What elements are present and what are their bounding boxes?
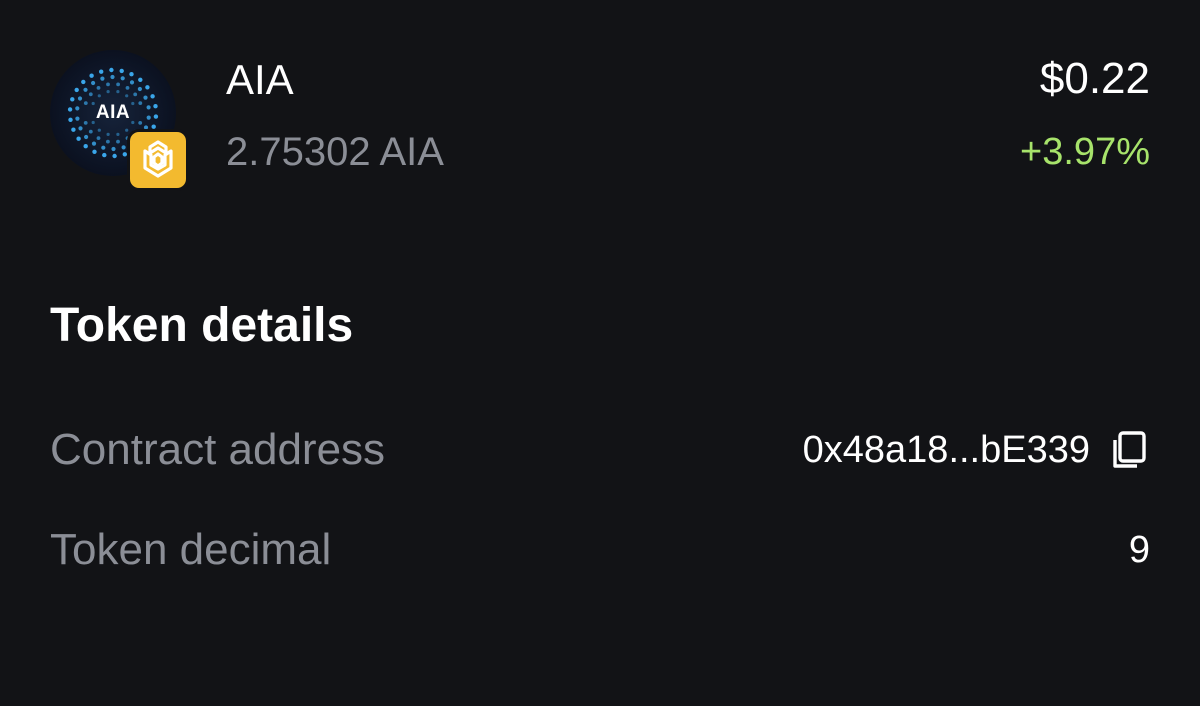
logo-dot <box>121 145 126 150</box>
logo-dot <box>106 82 110 87</box>
logo-dot <box>122 152 128 157</box>
logo-dot <box>81 79 86 85</box>
detail-row-contract-address: Contract address 0x48a18...bE339 <box>50 420 1150 480</box>
logo-dot <box>120 76 125 81</box>
copy-icon[interactable] <box>1108 429 1150 471</box>
token-decimal-value: 9 <box>1128 529 1150 571</box>
logo-dot <box>76 136 81 141</box>
logo-dot <box>97 128 101 132</box>
bnb-chain-icon <box>130 132 186 188</box>
token-price-change: +3.97% <box>1020 131 1150 173</box>
logo-dot <box>74 87 79 93</box>
logo-dot <box>125 128 129 132</box>
contract-address-value: 0x48a18...bE339 <box>802 429 1090 471</box>
logo-dot <box>111 146 116 152</box>
logo-dot <box>91 80 96 86</box>
logo-dot <box>133 92 138 97</box>
logo-dot <box>102 152 107 158</box>
logo-dot <box>137 86 142 92</box>
logo-dot <box>96 136 101 140</box>
logo-dot <box>100 76 105 81</box>
logo-dot <box>138 77 143 82</box>
logo-dot <box>89 73 94 78</box>
logo-dot <box>106 132 110 136</box>
token-row[interactable]: AIA AIA 2.75302 AIA $0.22 +3.97% <box>50 50 1150 190</box>
logo-dot <box>129 80 135 85</box>
logo-dot <box>112 153 117 159</box>
logo-dot <box>119 68 124 74</box>
logo-dot <box>116 139 120 144</box>
logo-dot <box>116 90 120 94</box>
avatar-label: AIA <box>95 102 131 123</box>
detail-row-token-decimal: Token decimal 9 <box>50 520 1150 580</box>
logo-dot <box>99 69 104 74</box>
logo-dot <box>96 86 101 90</box>
logo-dot <box>150 94 155 99</box>
logo-dot <box>110 74 115 80</box>
logo-dot <box>91 141 97 146</box>
logo-dot <box>71 127 76 132</box>
logo-dot <box>78 126 83 131</box>
logo-dot <box>97 94 101 98</box>
token-name: AIA <box>226 56 294 103</box>
logo-dot <box>88 129 93 134</box>
logo-dot <box>109 67 114 73</box>
logo-dot <box>125 86 130 90</box>
logo-dot <box>145 85 150 90</box>
logo-dot <box>83 87 88 92</box>
token-decimal-label: Token decimal <box>50 525 332 574</box>
logo-dot <box>143 95 148 100</box>
logo-dot <box>92 149 97 154</box>
logo-dot <box>116 132 120 136</box>
token-balance: 2.75302 AIA <box>226 130 444 174</box>
logo-dot <box>151 124 156 129</box>
logo-dot <box>106 139 110 144</box>
logo-dot <box>70 97 75 102</box>
logo-dot <box>84 134 89 140</box>
logo-dot <box>88 92 93 97</box>
section-title: Token details <box>50 299 354 352</box>
logo-dot <box>77 96 83 101</box>
token-price: $0.22 <box>1039 54 1150 103</box>
contract-address-value-group: 0x48a18...bE339 <box>803 420 1150 480</box>
logo-dot <box>143 125 149 130</box>
logo-dot <box>106 90 110 94</box>
logo-dot <box>125 136 130 140</box>
logo-dot <box>125 94 129 98</box>
logo-dot <box>83 144 88 149</box>
logo-dot <box>129 72 134 77</box>
logo-dot <box>101 145 106 150</box>
contract-address-label: Contract address <box>50 425 386 474</box>
logo-dot <box>116 82 120 87</box>
